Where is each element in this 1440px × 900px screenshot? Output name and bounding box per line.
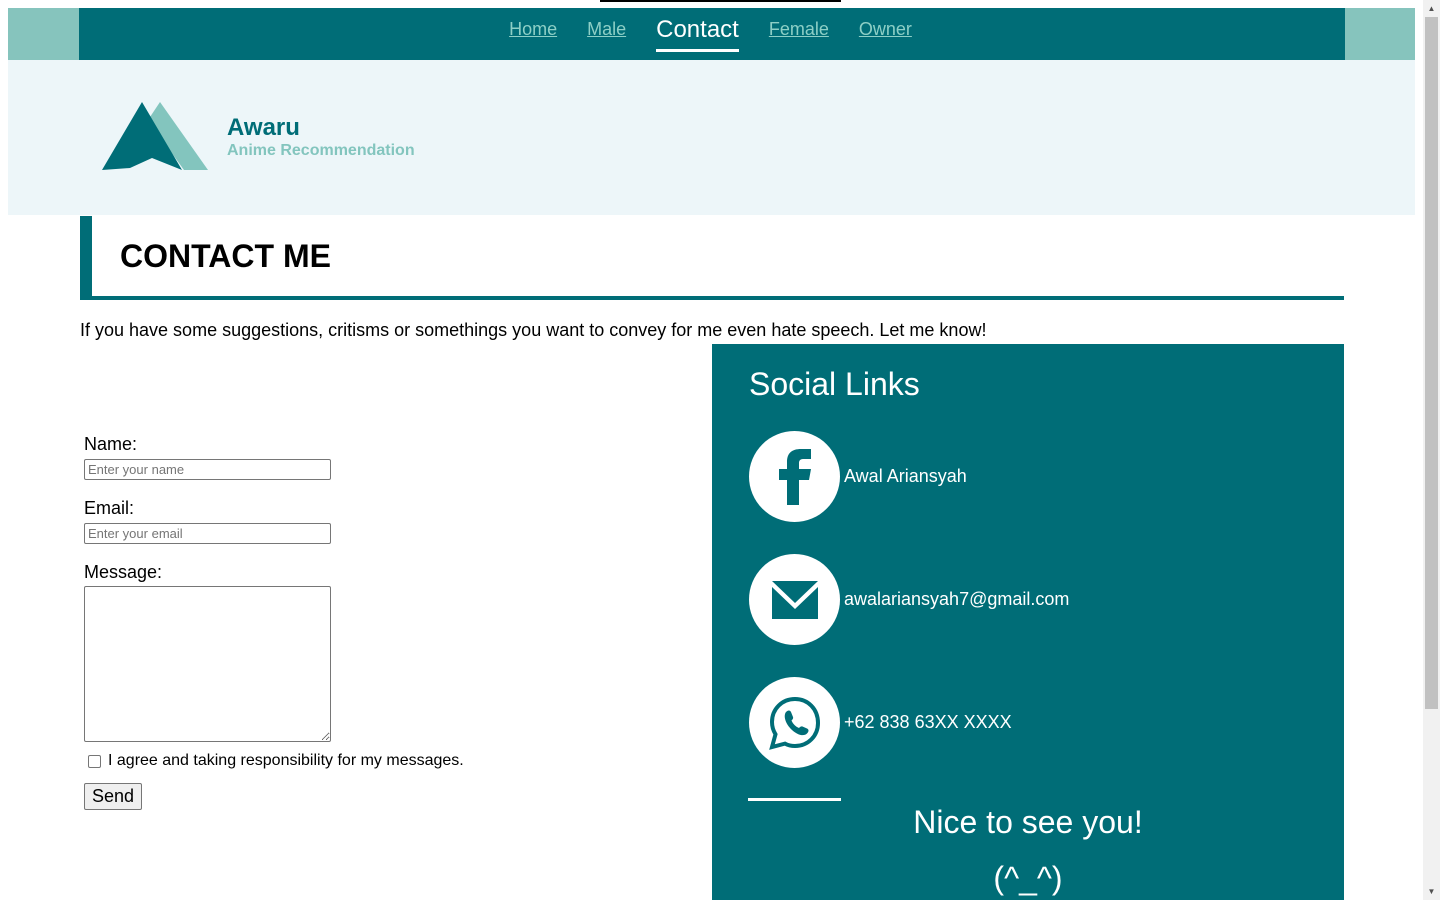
top-edge-strip (600, 0, 841, 2)
mail-icon[interactable] (749, 554, 840, 645)
nav-male[interactable]: Male (587, 19, 626, 39)
contact-form: Name: Email: Message: I agree and taking… (84, 434, 504, 810)
social-item-facebook[interactable]: Awal Ariansyah (749, 431, 1309, 522)
brand-subtitle: Anime Recommendation (227, 142, 415, 159)
facebook-icon[interactable] (749, 431, 840, 522)
page-title-block: CONTACT ME (80, 216, 1344, 300)
scroll-down-icon[interactable]: ▼ (1423, 883, 1440, 900)
site-header: Awaru Anime Recommendation (8, 60, 1415, 215)
emoticon-text: (^_^) (993, 860, 1063, 896)
facebook-label[interactable]: Awal Ariansyah (844, 466, 967, 487)
main-nav: Home Male Contact Female Owner (8, 8, 1415, 60)
brand-name[interactable]: Awaru (227, 114, 300, 142)
scroll-thumb[interactable] (1425, 17, 1438, 709)
message-label: Message: (84, 562, 163, 582)
nav-home[interactable]: Home (509, 19, 557, 39)
message-textarea[interactable] (84, 586, 331, 742)
social-item-whatsapp[interactable]: +62 838 63XX XXXX (749, 677, 1309, 768)
intro-text: If you have some suggestions, critisms o… (80, 320, 987, 340)
social-divider (748, 798, 841, 801)
email-label: Email: (84, 498, 135, 518)
social-item-email[interactable]: awalariansyah7@gmail.com (749, 554, 1309, 645)
page-scrollbar[interactable]: ▲ ▼ (1423, 0, 1440, 900)
nav-owner[interactable]: Owner (859, 19, 912, 39)
name-input[interactable] (84, 459, 331, 480)
social-title: Social Links (749, 366, 920, 402)
scroll-up-icon[interactable]: ▲ (1423, 0, 1440, 17)
agree-label: I agree and taking responsibility for my… (108, 752, 464, 769)
page-title: CONTACT ME (120, 238, 331, 274)
email-label-link[interactable]: awalariansyah7@gmail.com (844, 589, 1069, 610)
send-button[interactable]: Send (84, 783, 142, 810)
nav-contact[interactable]: Contact (656, 17, 739, 52)
whatsapp-label[interactable]: +62 838 63XX XXXX (844, 712, 1012, 733)
agree-row: I agree and taking responsibility for my… (88, 752, 464, 770)
greeting-text: Nice to see you! (913, 804, 1143, 840)
email-input[interactable] (84, 523, 331, 544)
brand-logo-icon (102, 102, 208, 170)
social-links-panel: Social Links Awal Ariansyah awalariansya… (712, 344, 1344, 900)
nav-female[interactable]: Female (769, 19, 829, 39)
agree-checkbox[interactable] (88, 754, 101, 768)
whatsapp-icon[interactable] (749, 677, 840, 768)
top-nav-bar: Home Male Contact Female Owner (8, 8, 1415, 60)
name-label: Name: (84, 434, 138, 454)
